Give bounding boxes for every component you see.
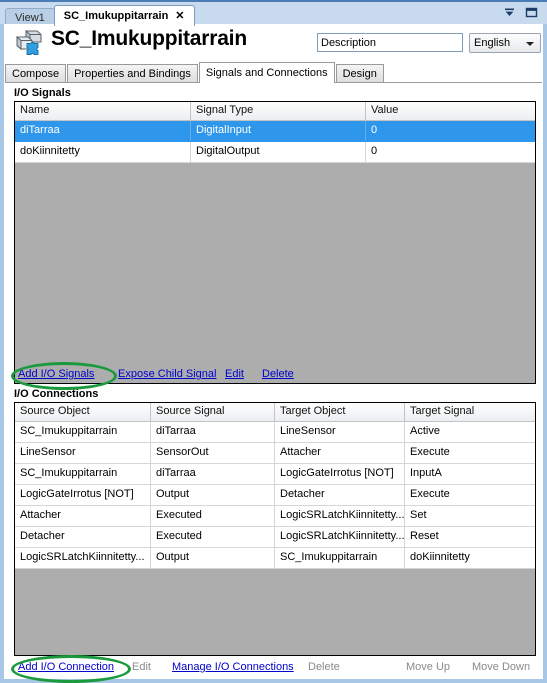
io-signals-heading: I/O Signals [14, 87, 71, 99]
table-row[interactable]: doKiinnitetty DigitalOutput 0 [15, 142, 535, 163]
cell-value: 0 [371, 145, 378, 157]
cell-source-signal: Executed [151, 506, 275, 526]
cell-name: doKiinnitetty [15, 142, 191, 162]
cell-signal-type: DigitalOutput [191, 142, 366, 162]
tab-label: Design [342, 67, 377, 80]
table-row[interactable]: LineSensor SensorOut Attacher Execute [15, 443, 535, 464]
expose-child-signal-link[interactable]: Expose Child Signal [118, 368, 216, 380]
edit-signal-link[interactable]: Edit [225, 368, 244, 380]
cell-target-signal: Active [410, 425, 440, 437]
table-row[interactable]: Attacher Executed LogicSRLatchKiinnitett… [15, 506, 535, 527]
cell-source-object: SC_Imukuppitarrain [15, 422, 151, 442]
cell-target-signal: InputA [410, 467, 442, 479]
move-up-link: Move Up [406, 661, 451, 673]
cell-target-object: LogicSRLatchKiinnitetty... [275, 527, 405, 547]
cell-source-object: LineSensor [15, 443, 151, 463]
move-down-link: Move Down [472, 661, 531, 673]
cell-source-object: Detacher [15, 527, 151, 547]
editor-panel: SC_Imukuppitarrain English Compose Prope… [4, 24, 543, 679]
cell-target-object: SC_Imukuppitarrain [275, 548, 405, 568]
window-restore-icon[interactable] [524, 5, 539, 20]
delete-connection-link: Delete [308, 661, 340, 673]
cell-target-object: LogicGateIrrotus [NOT] [275, 464, 405, 484]
cell-target-object: Detacher [275, 485, 405, 505]
cell-target-signal: Reset [410, 530, 439, 542]
chevron-down-icon [526, 42, 534, 46]
tab-compose[interactable]: Compose [5, 64, 67, 82]
tab-properties-and-bindings[interactable]: Properties and Bindings [67, 64, 198, 82]
manage-io-connections-link[interactable]: Manage I/O Connections [172, 661, 294, 673]
edit-connection-link: Edit [132, 661, 151, 673]
io-connections-grid[interactable]: Source Object Source Signal Target Objec… [14, 402, 536, 656]
document-tab-strip: View1 SC_Imukuppitarrain ✕ [5, 5, 195, 26]
property-tab-strip: Compose Properties and Bindings Signals … [5, 61, 542, 83]
cell-signal-type: DigitalInput [191, 121, 366, 141]
add-io-signals-link[interactable]: Add I/O Signals [18, 368, 94, 380]
io-signals-header-row: Name Signal Type Value [15, 102, 535, 121]
document-tab-label: SC_Imukuppitarrain [63, 10, 169, 22]
cell-value: 0 [371, 124, 378, 136]
cell-source-signal: SensorOut [151, 443, 275, 463]
column-header-value[interactable]: Value [366, 102, 535, 120]
tab-signals-and-connections[interactable]: Signals and Connections [198, 62, 335, 83]
column-header-target-signal[interactable]: Target Signal [405, 403, 535, 421]
cell-target-object: Attacher [275, 443, 405, 463]
tab-design[interactable]: Design [335, 64, 384, 82]
cell-source-signal: diTarraa [151, 422, 275, 442]
io-signals-grid[interactable]: Name Signal Type Value diTarraa DigitalI… [14, 101, 536, 384]
cell-source-object: SC_Imukuppitarrain [15, 464, 151, 484]
add-io-connection-link[interactable]: Add I/O Connection [18, 661, 114, 673]
cell-source-signal: Executed [151, 527, 275, 547]
table-row[interactable]: Detacher Executed LogicSRLatchKiinnitett… [15, 527, 535, 548]
cell-source-signal: diTarraa [151, 464, 275, 484]
table-row[interactable]: LogicSRLatchKiinnitetty... Output SC_Imu… [15, 548, 535, 569]
table-row[interactable]: SC_Imukuppitarrain diTarraa LogicGateIrr… [15, 464, 535, 485]
column-header-signal-type[interactable]: Signal Type [191, 102, 366, 120]
delete-signal-link[interactable]: Delete [262, 368, 294, 380]
cell-target-signal: doKiinnitetty [410, 551, 470, 563]
language-select[interactable]: English [469, 33, 541, 53]
description-field[interactable] [317, 33, 463, 52]
cell-target-signal: Execute [410, 446, 450, 458]
io-connections-header-row: Source Object Source Signal Target Objec… [15, 403, 535, 422]
cell-source-object: Attacher [15, 506, 151, 526]
tab-label: Compose [12, 67, 60, 80]
io-connections-heading: I/O Connections [14, 388, 99, 400]
table-row[interactable]: LogicGateIrrotus [NOT] Output Detacher E… [15, 485, 535, 506]
page-title: SC_Imukuppitarrain [51, 27, 247, 50]
io-signals-action-bar: Add I/O Signals Expose Child Signal Edit… [5, 368, 542, 384]
table-row[interactable]: SC_Imukuppitarrain diTarraa LineSensor A… [15, 422, 535, 443]
io-connections-action-bar: Add I/O Connection Edit Manage I/O Conne… [5, 661, 542, 677]
document-tab-label: View1 [15, 11, 45, 24]
chevron-down-bar-icon[interactable] [502, 5, 517, 20]
tab-label: Properties and Bindings [74, 67, 191, 80]
document-tab-sc-imukuppitarrain[interactable]: SC_Imukuppitarrain ✕ [53, 5, 195, 26]
cell-target-signal: Execute [410, 488, 450, 500]
cell-target-signal: Set [410, 509, 427, 521]
close-icon[interactable]: ✕ [175, 10, 184, 22]
cell-source-signal: Output [151, 485, 275, 505]
column-header-source-object[interactable]: Source Object [15, 403, 151, 421]
cell-source-object: LogicGateIrrotus [NOT] [15, 485, 151, 505]
cell-source-signal: Output [151, 548, 275, 568]
document-header: SC_Imukuppitarrain English [5, 25, 542, 60]
smart-component-icon [13, 29, 45, 57]
cell-target-object: LogicSRLatchKiinnitetty... [275, 506, 405, 526]
column-header-target-object[interactable]: Target Object [275, 403, 405, 421]
cell-name: diTarraa [15, 121, 191, 141]
title-bar: View1 SC_Imukuppitarrain ✕ [0, 0, 547, 26]
column-header-name[interactable]: Name [15, 102, 191, 120]
cell-target-object: LineSensor [275, 422, 405, 442]
language-select-value: English [474, 37, 511, 49]
column-header-source-signal[interactable]: Source Signal [151, 403, 275, 421]
cell-source-object: LogicSRLatchKiinnitetty... [15, 548, 151, 568]
tab-label: Signals and Connections [205, 67, 328, 79]
window-buttons [502, 5, 539, 20]
application-window: View1 SC_Imukuppitarrain ✕ SC_Imukuppita… [0, 0, 547, 683]
table-row[interactable]: diTarraa DigitalInput 0 [15, 121, 535, 142]
